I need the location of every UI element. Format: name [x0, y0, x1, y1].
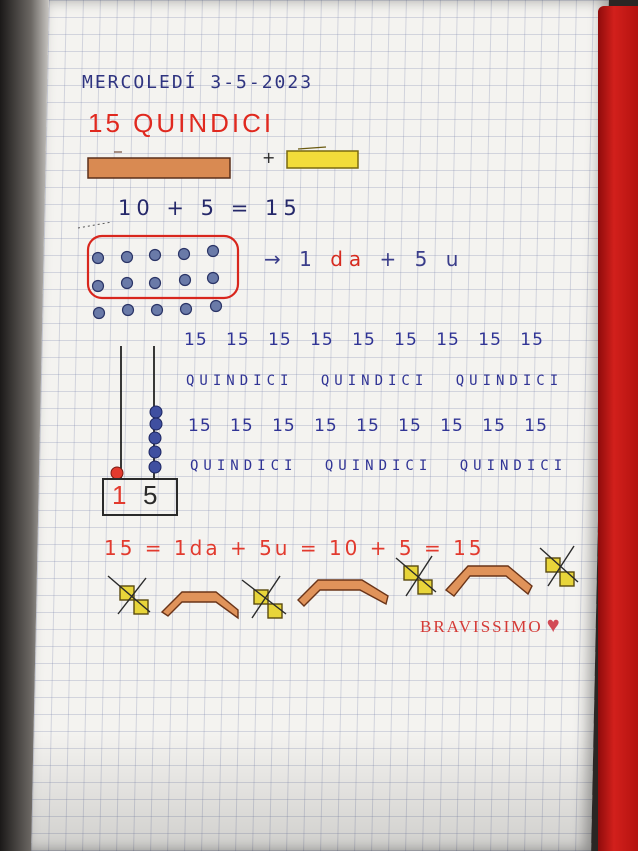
praise-note: BRAVISSIMO ♥ — [420, 612, 562, 638]
heart-icon: ♥ — [546, 612, 562, 637]
units-text: 5 u — [414, 247, 465, 271]
tens-units-line: → 1 da + 5 u — [264, 247, 464, 271]
practice-numbers-row-2: 15 15 15 15 15 15 15 15 15 — [188, 416, 548, 436]
tens-label: da — [330, 247, 368, 271]
final-equation: 15 = 1da + 5u = 10 + 5 = 15 — [104, 536, 485, 560]
tens-count: 1 — [299, 247, 318, 271]
practice-words-row-1: QUINDICI QUINDICI QUINDICI — [186, 373, 564, 389]
tens-plus: + — [379, 247, 403, 271]
plus-sign: + — [262, 148, 279, 167]
ten-group-outline — [86, 234, 240, 300]
practice-numbers-row-1: 15 15 15 15 15 15 15 15 15 — [184, 330, 544, 350]
praise-text: BRAVISSIMO — [420, 617, 543, 636]
counting-dots — [91, 244, 223, 320]
ten-stick-drawing — [87, 157, 231, 179]
abacus-drawing — [110, 346, 163, 480]
abacus-tens-digit: 1 — [112, 480, 127, 510]
abacus-units-digit: 5 — [143, 480, 158, 510]
unit-block-drawing — [286, 150, 359, 169]
arrow-icon: → — [264, 247, 287, 271]
addition-equation: 10 + 5 = 15 — [118, 196, 302, 220]
practice-words-row-2: QUINDICI QUINDICI QUINDICI — [190, 458, 568, 474]
